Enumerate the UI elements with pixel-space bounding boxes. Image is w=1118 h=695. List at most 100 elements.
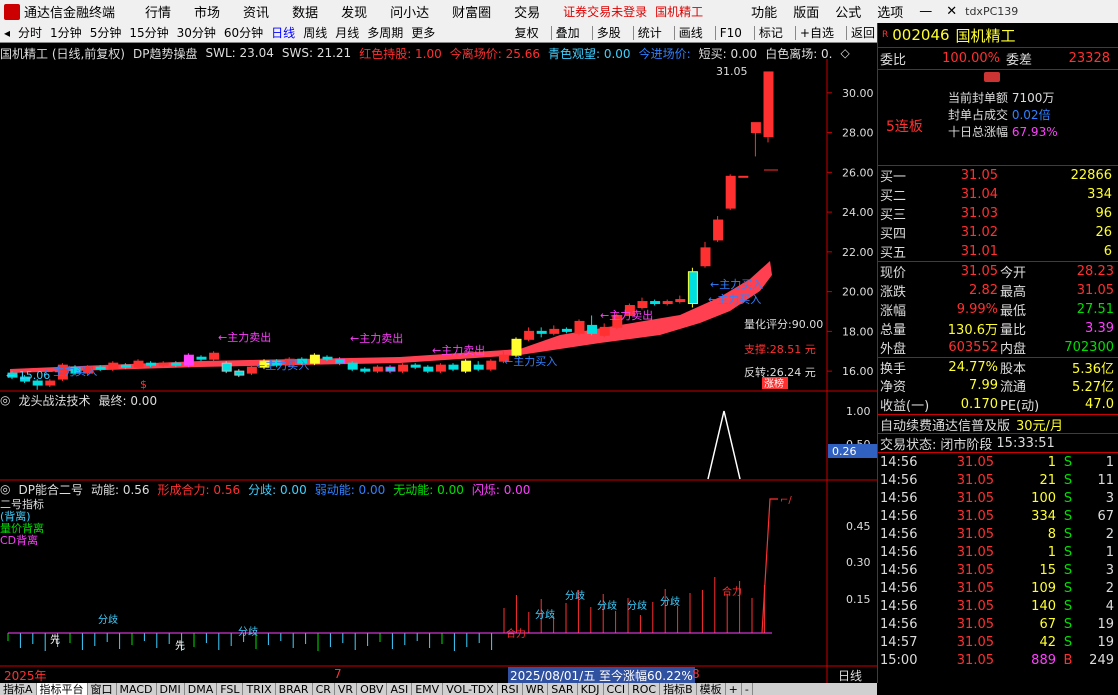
candle-body: [209, 352, 220, 360]
tick-side: S: [1063, 526, 1073, 542]
indicator-tab[interactable]: ROC: [629, 683, 661, 695]
y-tick-label: 18.00: [842, 325, 874, 338]
period-item[interactable]: 15分钟: [129, 24, 168, 41]
indicator-tab[interactable]: VOL-TDX: [443, 683, 498, 695]
menu-item[interactable]: 数据: [292, 6, 318, 21]
menu-item[interactable]: 选项: [877, 6, 903, 21]
menu-item[interactable]: 交易: [514, 6, 540, 21]
indicator-tab[interactable]: TRIX: [243, 683, 276, 695]
indicator-tab[interactable]: FSL: [217, 683, 244, 695]
indicator-tab[interactable]: 指标A: [0, 683, 37, 695]
indicator-tab[interactable]: CCI: [604, 683, 630, 695]
tool-item[interactable]: F10: [720, 26, 742, 40]
candle-body: [183, 354, 194, 366]
ad-row[interactable]: 自动续费通达信普及版 30元/月: [878, 414, 1118, 434]
indicator-tab[interactable]: CR: [313, 683, 335, 695]
zt-badge: 涨榜: [764, 377, 784, 390]
bid-level: 买三: [880, 208, 907, 223]
indicator-tab[interactable]: EMV: [412, 683, 444, 695]
bid-row[interactable]: 买三 31.03 96: [878, 204, 1118, 223]
indicator-tab[interactable]: DMI: [157, 683, 185, 695]
stat-label: 流通: [1000, 380, 1027, 395]
menu-item[interactable]: 行情: [145, 6, 171, 21]
indicator-tab[interactable]: ASI: [387, 683, 413, 695]
chart-area[interactable]: 国机精工 (日线,前复权) DP趋势操盘 SWL: 23.04 SWS: 21.…: [0, 43, 877, 684]
indicator-tab[interactable]: 指标B: [660, 683, 697, 695]
indicator-tab[interactable]: -: [742, 683, 753, 695]
minimize-icon[interactable]: —: [919, 4, 932, 19]
tool-item[interactable]: 标记: [759, 24, 783, 41]
menu-item[interactable]: 市场: [194, 6, 220, 21]
indicator-tab[interactable]: 指标平台: [36, 683, 88, 695]
menu-item[interactable]: 资讯: [243, 6, 269, 21]
stat-label: 净资: [880, 380, 907, 395]
menu-item[interactable]: 财富圈: [452, 6, 491, 21]
menu-item[interactable]: 版面: [793, 6, 819, 21]
indicator-tab[interactable]: 窗口: [88, 683, 117, 695]
indicator-tab[interactable]: 模板: [697, 683, 726, 695]
indicator-tab[interactable]: +: [726, 683, 742, 695]
sub1-value: 最终: 0.00: [98, 393, 158, 408]
period-item[interactable]: 月线: [335, 24, 359, 41]
indicator-tab[interactable]: WR: [523, 683, 549, 695]
tool-item[interactable]: 返回: [851, 24, 875, 41]
login-warning[interactable]: 证券交易未登录: [563, 3, 647, 20]
bid-volume: 96: [1095, 206, 1112, 221]
tool-item[interactable]: 叠加: [556, 24, 580, 41]
indicator-tab[interactable]: RSI: [498, 683, 523, 695]
period-item[interactable]: 周线: [303, 24, 327, 41]
tick-count: 3: [1105, 562, 1114, 578]
menu-item[interactable]: 发现: [341, 6, 367, 21]
period-item[interactable]: 5分钟: [90, 24, 122, 41]
indicator-tab[interactable]: DMA: [185, 683, 218, 695]
collapse-icon[interactable]: ◎: [0, 393, 10, 407]
bid-row[interactable]: 买一 31.05 22866: [878, 166, 1118, 185]
tick-count: 4: [1105, 598, 1114, 614]
indicator-tab[interactable]: VR: [335, 683, 358, 695]
tick-count: 3: [1105, 490, 1114, 506]
indicator-tab[interactable]: OBV: [357, 683, 388, 695]
collapse-icon[interactable]: ◎: [0, 482, 10, 496]
menu-item[interactable]: 功能: [751, 6, 777, 21]
close-icon[interactable]: ✕: [946, 4, 957, 19]
period-item[interactable]: 多周期: [367, 24, 403, 41]
indicator-tab[interactable]: MACD: [117, 683, 157, 695]
wb-value: 100.00%: [942, 51, 1000, 66]
bid-row[interactable]: 买二 31.04 334: [878, 185, 1118, 204]
period-item[interactable]: 分时: [18, 24, 42, 41]
account-label: tdxPC139: [965, 5, 1019, 18]
r-icon: R: [882, 30, 889, 40]
period-item[interactable]: 更多: [411, 24, 435, 41]
expand-icon[interactable]: [984, 72, 1000, 82]
sub2-tag: 合力: [506, 627, 526, 640]
sub1-name[interactable]: 龙头战法技术: [18, 392, 90, 409]
period-item[interactable]: 60分钟: [224, 24, 263, 41]
bid-row[interactable]: 买四 31.02 26: [878, 223, 1118, 242]
order-book: 买一 31.05 22866 买二 31.04 334 买三 31.03 96 买四 31.02 26…: [878, 165, 1118, 261]
menu-item[interactable]: 公式: [835, 6, 861, 21]
sub1-signal-line: [707, 410, 741, 480]
back-icon[interactable]: ◂: [4, 26, 10, 40]
tick-row: 14:57 31.05 42 S 19: [878, 633, 1118, 651]
indicator-tab[interactable]: SAR: [548, 683, 578, 695]
tool-item[interactable]: 复权: [515, 24, 539, 41]
sub2-peak-label: ⌐/: [780, 495, 792, 506]
sub2-name[interactable]: DP能合二号: [18, 481, 82, 498]
tool-item[interactable]: 统计: [638, 24, 662, 41]
bid-row[interactable]: 买五 31.01 6: [878, 242, 1118, 261]
candle-body: [95, 366, 106, 370]
candle-body: [398, 364, 409, 372]
tick-price: 31.05: [956, 526, 994, 542]
period-item-active[interactable]: 日线: [271, 24, 295, 41]
tool-item[interactable]: +自选: [800, 24, 834, 41]
indicator-tab[interactable]: KDJ: [578, 683, 604, 695]
tool-item[interactable]: 多股: [597, 24, 621, 41]
period-item[interactable]: 1分钟: [50, 24, 82, 41]
sub2-tag: 分歧: [565, 589, 585, 602]
tool-item[interactable]: 画线: [679, 24, 703, 41]
dollar-icon: $: [140, 378, 147, 391]
indicator-tab[interactable]: BRAR: [276, 683, 313, 695]
tick-volume: 109: [1031, 580, 1056, 596]
menu-item[interactable]: 问小达: [390, 6, 429, 21]
period-item[interactable]: 30分钟: [177, 24, 216, 41]
